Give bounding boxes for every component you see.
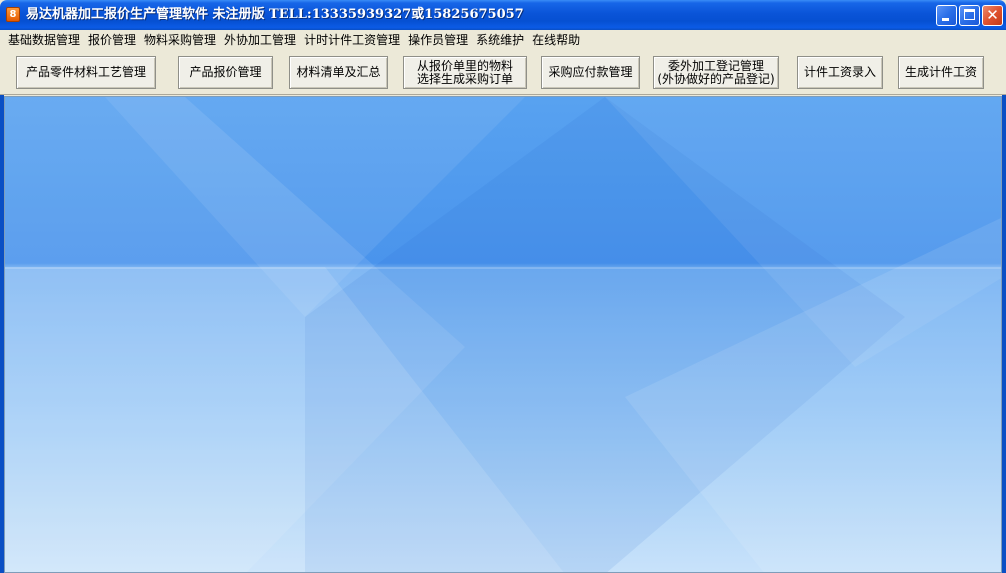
- menu-operator[interactable]: 操作员管理: [404, 30, 472, 50]
- toolbar: 产品零件材料工艺管理 产品报价管理 材料清单及汇总 从报价单里的物料 选择生成采…: [0, 50, 1006, 95]
- menu-online-help[interactable]: 在线帮助: [528, 30, 584, 50]
- outsourcing-register-button[interactable]: 委外加工登记管理 (外协做好的产品登记): [653, 56, 779, 89]
- product-quotation-button[interactable]: 产品报价管理: [178, 56, 273, 89]
- menu-system-maintenance[interactable]: 系统维护: [472, 30, 528, 50]
- generate-piece-wage-button[interactable]: 生成计件工资: [898, 56, 984, 89]
- menu-basic-data[interactable]: 基础数据管理: [4, 30, 84, 50]
- menu-wage[interactable]: 计时计件工资管理: [300, 30, 404, 50]
- menu-outsourcing[interactable]: 外协加工管理: [220, 30, 300, 50]
- parts-material-process-button[interactable]: 产品零件材料工艺管理: [16, 56, 156, 89]
- minimize-icon: [942, 18, 949, 21]
- maximize-icon: [964, 9, 975, 20]
- menu-bar: 基础数据管理 报价管理 物料采购管理 外协加工管理 计时计件工资管理 操作员管理…: [0, 30, 1006, 50]
- menu-material-purchase[interactable]: 物料采购管理: [140, 30, 220, 50]
- purchase-payable-button[interactable]: 采购应付款管理: [541, 56, 640, 89]
- window-frame-right: [1002, 30, 1006, 573]
- piece-wage-entry-button[interactable]: 计件工资录入: [797, 56, 883, 89]
- title-bar[interactable]: 8 易达机器加工报价生产管理软件 未注册版 TELL:13335939327或1…: [0, 0, 1006, 30]
- window-title: 易达机器加工报价生产管理软件 未注册版 TELL:13335939327或158…: [26, 7, 524, 22]
- app-icon[interactable]: 8: [6, 7, 20, 22]
- app-window: 8 易达机器加工报价生产管理软件 未注册版 TELL:13335939327或1…: [0, 0, 1006, 573]
- maximize-button[interactable]: [959, 5, 980, 26]
- minimize-button[interactable]: [936, 5, 957, 26]
- background-pattern: [5, 97, 1001, 572]
- bg-horizon-line: [5, 267, 1001, 269]
- close-button[interactable]: ✕: [982, 5, 1003, 26]
- menu-quotation[interactable]: 报价管理: [84, 30, 140, 50]
- material-list-summary-button[interactable]: 材料清单及汇总: [289, 56, 388, 89]
- generate-purchase-order-button[interactable]: 从报价单里的物料 选择生成采购订单: [403, 56, 527, 89]
- close-icon: ✕: [986, 6, 999, 24]
- workspace-background: [4, 96, 1002, 573]
